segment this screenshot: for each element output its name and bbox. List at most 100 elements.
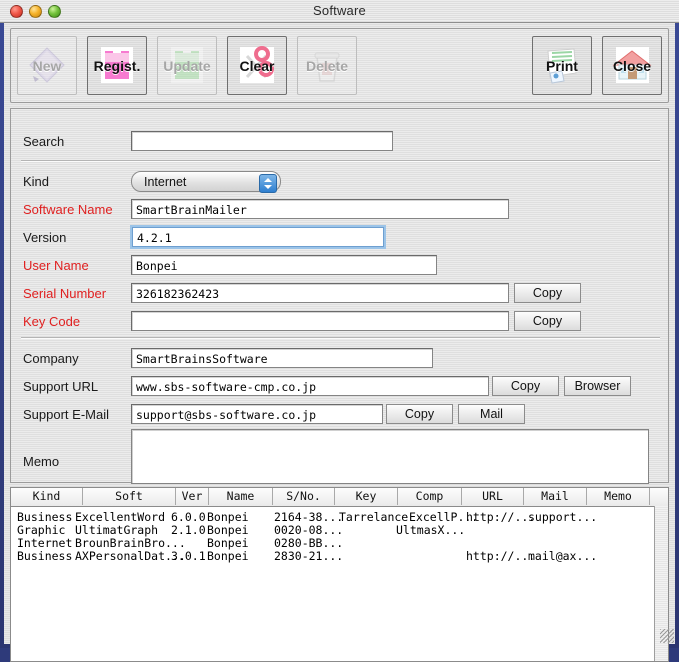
toolbar-button-close[interactable]: Close <box>602 36 662 95</box>
cell-sno: 0280-BB... <box>274 537 344 550</box>
field-row-support-email: Support E-Mail support@sbs-software.co.j… <box>11 404 668 426</box>
search-label: Search <box>23 134 65 149</box>
support-url-input[interactable]: www.sbs-software-cmp.co.jp <box>131 376 489 396</box>
support-url-copy-button[interactable]: Copy <box>492 376 559 396</box>
form-panel: Search Kind Internet Software Name Smart… <box>10 108 669 484</box>
toolbar-button-new-label: New <box>32 58 62 74</box>
support-email-mail-button[interactable]: Mail <box>458 404 525 424</box>
window-title: Software <box>313 3 366 18</box>
toolbar-button-regist-label: Regist. <box>93 58 141 74</box>
field-row-kind: Kind Internet <box>11 171 668 193</box>
cell-kind: Business <box>17 511 73 524</box>
memo-label: Memo <box>23 454 60 469</box>
kind-select[interactable]: Internet <box>131 171 281 193</box>
kind-label: Kind <box>23 174 50 189</box>
cell-comp: UltmasX... <box>396 524 466 537</box>
serial-number-label: Serial Number <box>23 286 107 301</box>
cell-ver: 3.0.1 <box>171 550 206 563</box>
serial-number-input[interactable]: 326182362423 <box>131 283 509 303</box>
version-input[interactable]: 4.2.1 <box>130 225 386 249</box>
cell-name: Bonpei <box>207 511 249 524</box>
field-row-version: Version 4.2.1 <box>11 225 668 249</box>
cell-mail: mail@ax... <box>528 550 598 563</box>
column-header-key[interactable]: Key <box>335 488 398 505</box>
column-header-ver[interactable]: Ver <box>176 488 209 505</box>
field-row-search: Search <box>11 131 668 153</box>
cell-soft: BrounBrainBro... <box>75 537 186 550</box>
support-email-input[interactable]: support@sbs-software.co.jp <box>131 404 383 424</box>
column-header-url[interactable]: URL <box>462 488 524 505</box>
cell-soft: ExcellentWord <box>75 511 166 524</box>
cell-sno: 2164-38... <box>274 511 344 524</box>
company-label: Company <box>23 351 79 366</box>
field-row-key-code: Key Code Copy <box>11 311 668 333</box>
toolbar-button-print-label: Print <box>546 58 578 74</box>
results-table: Kind Soft Ver Name S/No. Key Comp URL Ma… <box>10 487 669 662</box>
column-header-memo[interactable]: Memo <box>587 488 650 505</box>
toolbar-button-regist[interactable]: Regist. <box>87 36 147 95</box>
table-row[interactable]: Graphic UltimatGraph 2.1.0 Bonpei 0020-0… <box>11 524 668 537</box>
toolbar-button-delete[interactable]: Delete <box>297 36 357 95</box>
support-url-browser-button[interactable]: Browser <box>564 376 631 396</box>
column-header-spacer <box>650 488 668 505</box>
support-email-copy-button[interactable]: Copy <box>386 404 453 424</box>
title-bar: Software <box>0 0 679 23</box>
toolbar: New Regist. Update Clear Delete Print Cl… <box>10 28 669 103</box>
divider-bottom <box>21 337 660 339</box>
field-row-memo: Memo <box>11 429 668 489</box>
support-url-label: Support URL <box>23 379 99 394</box>
key-code-copy-button[interactable]: Copy <box>514 311 581 331</box>
toolbar-button-print[interactable]: Print <box>532 36 592 95</box>
cell-kind: Business <box>17 550 73 563</box>
column-header-soft[interactable]: Soft <box>83 488 176 505</box>
user-name-input[interactable]: Bonpei <box>131 255 437 275</box>
support-email-label: Support E-Mail <box>23 407 109 422</box>
field-row-serial-number: Serial Number 326182362423 Copy <box>11 283 668 305</box>
table-row[interactable]: Internet BrounBrainBro... Bonpei 0280-BB… <box>11 537 668 550</box>
column-header-kind[interactable]: Kind <box>11 488 83 505</box>
company-input[interactable]: SmartBrainsSoftware <box>131 348 433 368</box>
table-row[interactable]: Business ExcellentWord 6.0.0 Bonpei 2164… <box>11 511 668 524</box>
chevron-updown-icon <box>259 174 277 193</box>
cell-soft: UltimatGraph <box>75 524 159 537</box>
cell-url: http://... <box>466 550 536 563</box>
search-input[interactable] <box>131 131 393 151</box>
cell-mail: support... <box>528 511 598 524</box>
user-name-label: User Name <box>23 258 89 273</box>
column-header-mail[interactable]: Mail <box>524 488 587 505</box>
field-row-software-name: Software Name SmartBrainMailer <box>11 199 668 221</box>
version-label: Version <box>23 230 67 245</box>
cell-name: Bonpei <box>207 550 249 563</box>
kind-select-value: Internet <box>144 175 187 189</box>
field-row-company: Company SmartBrainsSoftware <box>11 348 668 370</box>
toolbar-button-delete-label: Delete <box>305 58 349 74</box>
table-row[interactable]: Business AXPersonalDat... 3.0.1 Bonpei 2… <box>11 550 668 563</box>
column-header-name[interactable]: Name <box>209 488 273 505</box>
key-code-input[interactable] <box>131 311 509 331</box>
toolbar-button-update[interactable]: Update <box>157 36 217 95</box>
serial-number-copy-button[interactable]: Copy <box>514 283 581 303</box>
cell-url: http://... <box>466 511 536 524</box>
software-name-input[interactable]: SmartBrainMailer <box>131 199 509 219</box>
table-header-row: Kind Soft Ver Name S/No. Key Comp URL Ma… <box>11 488 668 507</box>
cell-ver: 6.0.0 <box>171 511 206 524</box>
cell-kind: Graphic <box>17 524 66 537</box>
toolbar-button-new[interactable]: New <box>17 36 77 95</box>
application-window: Software New Regist. Update Clear Delete… <box>0 0 679 662</box>
divider-top <box>21 160 660 162</box>
toolbar-button-clear-label: Clear <box>239 58 275 74</box>
cell-name: Bonpei <box>207 537 249 550</box>
toolbar-button-update-label: Update <box>163 58 211 74</box>
column-header-sno[interactable]: S/No. <box>273 488 335 505</box>
toolbar-button-clear[interactable]: Clear <box>227 36 287 95</box>
resize-grip[interactable] <box>660 629 674 643</box>
cell-ver: 2.1.0 <box>171 524 206 537</box>
field-row-support-url: Support URL www.sbs-software-cmp.co.jp C… <box>11 376 668 398</box>
cell-soft: AXPersonalDat... <box>75 550 186 563</box>
software-name-label: Software Name <box>23 202 113 217</box>
memo-textarea[interactable] <box>131 429 649 484</box>
column-header-comp[interactable]: Comp <box>398 488 462 505</box>
field-row-user-name: User Name Bonpei <box>11 255 668 277</box>
cell-sno: 0020-08... <box>274 524 344 537</box>
cell-key: Tarrelance <box>339 511 409 524</box>
